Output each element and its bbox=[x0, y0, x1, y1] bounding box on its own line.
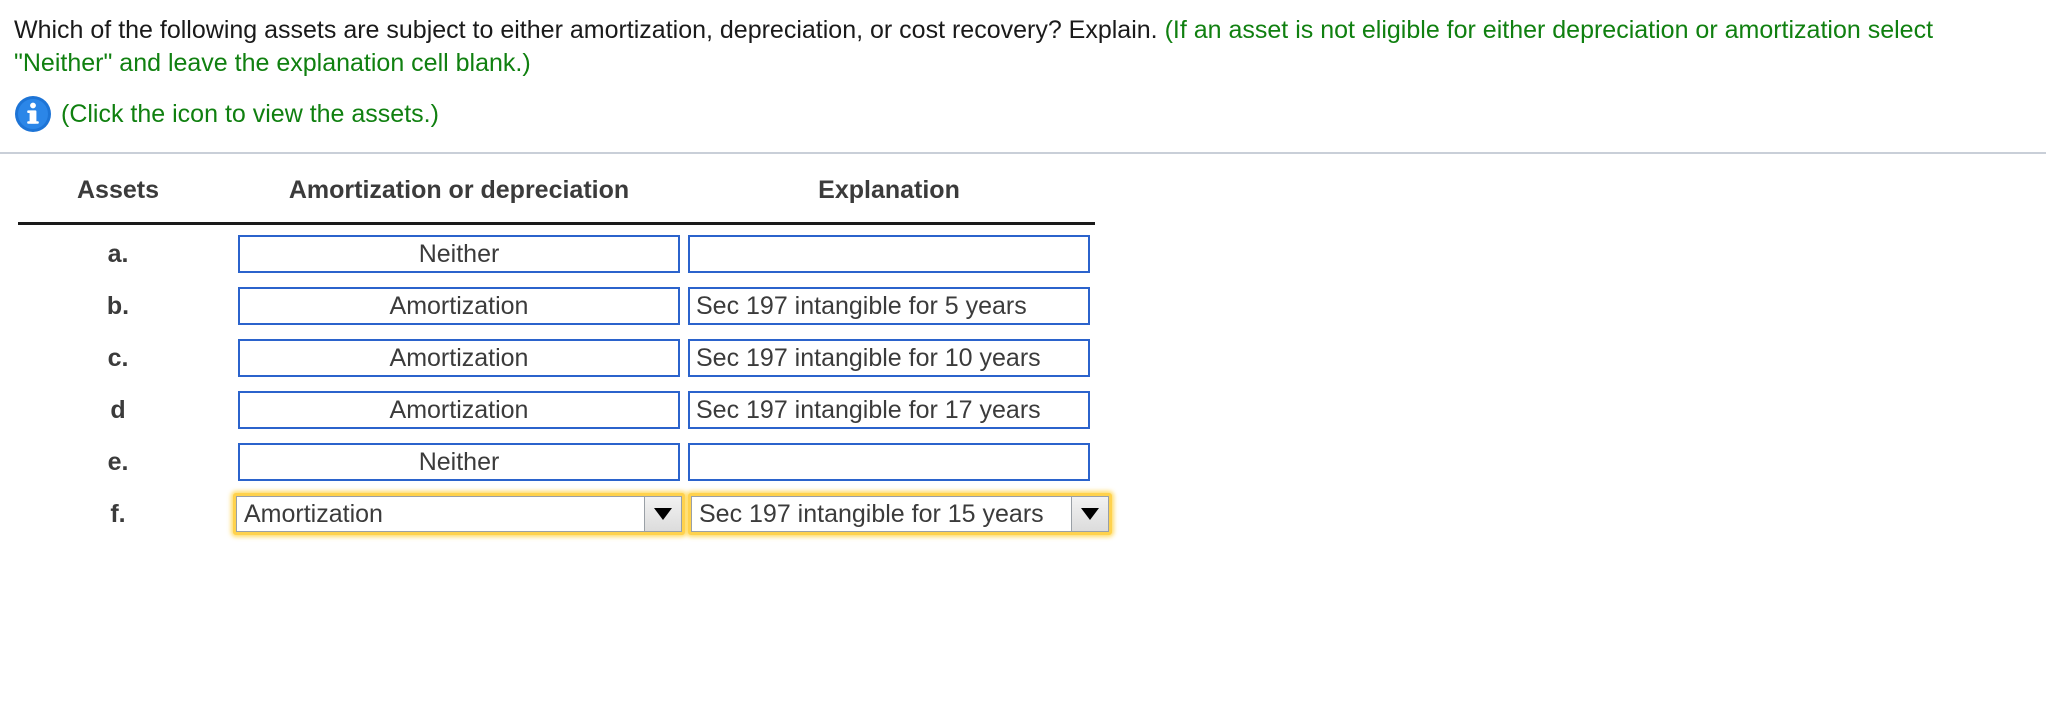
section-divider bbox=[0, 152, 2046, 154]
assets-table: Assets Amortization or depreciation Expl… bbox=[0, 168, 1200, 535]
question-text: Which of the following assets are subjec… bbox=[14, 16, 1158, 44]
header-rule bbox=[18, 222, 1095, 225]
assets-icon-line: (Click the icon to view the assets.) bbox=[14, 95, 439, 133]
icon-caption: (Click the icon to view the assets.) bbox=[61, 100, 439, 128]
table-header-row: Assets Amortization or depreciation Expl… bbox=[0, 168, 1200, 225]
table-row: a. Neither bbox=[0, 230, 1200, 282]
amortization-dropdown[interactable]: Amortization bbox=[233, 493, 685, 535]
table-body: a. Neither b. Amortization Sec 197 intan… bbox=[0, 230, 1200, 542]
table-row: d Amortization Sec 197 intangible for 17… bbox=[0, 386, 1200, 438]
row-label: e. bbox=[107, 448, 129, 476]
explanation-field[interactable]: Sec 197 intangible for 5 years bbox=[688, 287, 1090, 325]
info-icon[interactable] bbox=[14, 95, 52, 133]
explanation-dropdown-inner[interactable]: Sec 197 intangible for 15 years bbox=[691, 496, 1109, 532]
column-header-assets: Assets bbox=[77, 176, 159, 204]
column-header-explanation: Explanation bbox=[818, 176, 960, 204]
chevron-down-icon[interactable] bbox=[1071, 497, 1108, 531]
row-label: b. bbox=[106, 292, 130, 320]
question-prompt: Which of the following assets are subjec… bbox=[14, 14, 2034, 80]
explanation-field[interactable]: Sec 197 intangible for 10 years bbox=[688, 339, 1090, 377]
row-label: d bbox=[110, 396, 126, 424]
explanation-field[interactable] bbox=[688, 443, 1090, 481]
column-header-amortization: Amortization or depreciation bbox=[288, 176, 630, 204]
chevron-down-icon[interactable] bbox=[644, 497, 681, 531]
row-label: a. bbox=[107, 240, 129, 268]
amortization-field[interactable]: Amortization bbox=[238, 391, 680, 429]
amortization-field[interactable]: Amortization bbox=[238, 287, 680, 325]
explanation-field[interactable]: Sec 197 intangible for 17 years bbox=[688, 391, 1090, 429]
table-row: f. Amortization Sec 197 intangible for 1… bbox=[0, 490, 1200, 542]
amortization-dropdown-inner[interactable]: Amortization bbox=[236, 496, 682, 532]
explanation-selected-value: Sec 197 intangible for 15 years bbox=[699, 500, 1044, 528]
amortization-field[interactable]: Neither bbox=[238, 235, 680, 273]
table-row: b. Amortization Sec 197 intangible for 5… bbox=[0, 282, 1200, 334]
table-row: e. Neither bbox=[0, 438, 1200, 490]
amortization-field[interactable]: Amortization bbox=[238, 339, 680, 377]
explanation-field[interactable] bbox=[688, 235, 1090, 273]
table-row: c. Amortization Sec 197 intangible for 1… bbox=[0, 334, 1200, 386]
explanation-dropdown[interactable]: Sec 197 intangible for 15 years bbox=[688, 493, 1112, 535]
amortization-field[interactable]: Neither bbox=[238, 443, 680, 481]
amortization-selected-value: Amortization bbox=[244, 500, 383, 528]
row-label: c. bbox=[107, 344, 129, 372]
row-label: f. bbox=[110, 500, 126, 528]
